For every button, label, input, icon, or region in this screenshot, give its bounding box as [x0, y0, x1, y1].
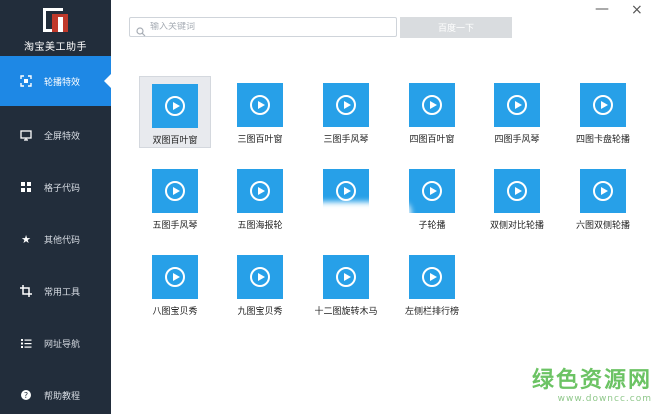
tile-label: 四图卡盘轮播: [575, 135, 630, 145]
watermark: 绿色资源网 www.downcc.com: [532, 362, 652, 404]
baidu-search-button[interactable]: 百度一下: [400, 17, 512, 38]
tile-label: 左侧栏排行榜: [404, 307, 459, 317]
tile-effect[interactable]: 双图百叶窗: [139, 76, 211, 148]
effect-thumbnail: [237, 169, 283, 213]
play-icon: [336, 267, 356, 287]
effect-thumbnail: [494, 169, 540, 213]
tile-effect[interactable]: 左侧栏排行榜: [396, 248, 468, 320]
play-icon: [507, 95, 527, 115]
tile-label: 十二图旋转木马: [314, 307, 378, 317]
tile-effect[interactable]: 九图宝贝秀: [224, 248, 296, 320]
sidebar-item-help[interactable]: ? 帮助教程: [0, 370, 111, 414]
tile-label: 五图手风琴: [152, 221, 198, 231]
effect-thumbnail: [152, 255, 198, 299]
sidebar-item-other-code[interactable]: ★ 其他代码: [0, 214, 111, 264]
smudge-overlay: [291, 202, 411, 232]
effect-thumbnail: [580, 83, 626, 127]
crop-icon: [20, 285, 32, 297]
sidebar-item-fullscreen[interactable]: 全屏特效: [0, 110, 111, 160]
effect-thumbnail: [152, 169, 198, 213]
tile-label: 四图手风琴: [494, 135, 540, 145]
effect-thumbnail: [580, 169, 626, 213]
tile-effect[interactable]: 三图百叶窗: [224, 76, 296, 148]
close-button[interactable]: ×: [631, 3, 643, 17]
search-input[interactable]: [150, 22, 390, 32]
tile-effect[interactable]: 双侧对比轮播: [481, 162, 553, 234]
tile-effect[interactable]: 三图手风琴: [310, 76, 382, 148]
help-icon: ?: [20, 389, 32, 401]
play-icon: [422, 181, 442, 201]
tile-label: 六图双侧轮播: [575, 221, 630, 231]
tile-label: 双图百叶窗: [152, 136, 198, 146]
sidebar-item-label: 网址导航: [44, 339, 81, 350]
effect-thumbnail: [323, 255, 369, 299]
minimize-button[interactable]: —: [595, 2, 609, 16]
tile-effect[interactable]: 四图卡盘轮播: [567, 76, 639, 148]
tile-label: 三图百叶窗: [237, 135, 283, 145]
sidebar: 淘宝美工助手 轮播特效 全屏特效 格子代码 ★ 其他代码 常用工具 网址导航 ?…: [0, 0, 112, 414]
sidebar-item-url-nav[interactable]: 网址导航: [0, 318, 111, 368]
sidebar-item-label: 格子代码: [44, 183, 81, 194]
tile-label: 九图宝贝秀: [237, 307, 283, 317]
play-icon: [250, 95, 270, 115]
play-icon: [165, 181, 185, 201]
tile-label: 子轮播: [418, 221, 446, 231]
sidebar-item-label: 其他代码: [44, 235, 81, 246]
sidebar-item-label: 轮播特效: [44, 77, 81, 88]
tile-label: 四图百叶窗: [409, 135, 455, 145]
sidebar-item-label: 帮助教程: [44, 391, 81, 402]
tile-effect[interactable]: 八图宝贝秀: [139, 248, 211, 320]
app-title: 淘宝美工助手: [24, 42, 87, 53]
effect-thumbnail: [152, 84, 198, 128]
list-icon: [20, 337, 32, 349]
search-box: [129, 17, 397, 37]
sidebar-item-label: 全屏特效: [44, 131, 81, 142]
play-icon: [165, 96, 185, 116]
top-bar: 百度一下 — ×: [111, 0, 662, 56]
effect-thumbnail: [237, 83, 283, 127]
tile-effect[interactable]: 五图海报轮: [224, 162, 296, 234]
watermark-text: 绿色资源网: [531, 368, 652, 393]
effect-thumbnail: [323, 83, 369, 127]
effect-thumbnail: [409, 83, 455, 127]
carousel-icon: [20, 75, 32, 87]
play-icon: [165, 267, 185, 287]
effect-thumbnail: [409, 255, 455, 299]
sidebar-item-carousel[interactable]: 轮播特效: [0, 56, 112, 106]
tile-effect[interactable]: 五图手风琴: [139, 162, 211, 234]
sidebar-item-tools[interactable]: 常用工具: [0, 266, 111, 316]
grid-icon: [20, 181, 32, 193]
tile-label: 双侧对比轮播: [489, 221, 544, 231]
tile-effect[interactable]: 六图双侧轮播: [567, 162, 639, 234]
play-icon: [422, 95, 442, 115]
tile-effect[interactable]: 四图百叶窗: [396, 76, 468, 148]
effects-grid: 双图百叶窗 三图百叶窗 三图手风琴 四图百叶窗 四图手风琴 四图卡盘轮播 五图手…: [111, 56, 662, 414]
play-icon: [593, 95, 613, 115]
search-icon: [136, 22, 146, 37]
play-icon: [593, 181, 613, 201]
tile-effect[interactable]: 十二图旋转木马: [310, 248, 382, 320]
effect-thumbnail: [409, 169, 455, 213]
sidebar-item-grid-code[interactable]: 格子代码: [0, 162, 111, 212]
effect-thumbnail: [494, 83, 540, 127]
play-icon: [336, 95, 356, 115]
play-icon: [250, 267, 270, 287]
logo-icon: [41, 6, 71, 34]
sidebar-item-label: 常用工具: [44, 287, 81, 298]
star-icon: ★: [21, 232, 31, 246]
app-logo: 淘宝美工助手: [0, 0, 111, 56]
play-icon: [336, 181, 356, 201]
play-icon: [507, 181, 527, 201]
svg-text:?: ?: [24, 391, 28, 400]
tile-label: 五图海报轮: [237, 221, 283, 231]
effect-thumbnail: [237, 255, 283, 299]
tile-label: 八图宝贝秀: [152, 307, 198, 317]
play-icon: [422, 267, 442, 287]
tile-label: 三图手风琴: [323, 135, 369, 145]
monitor-icon: [20, 129, 32, 141]
tile-effect[interactable]: 四图手风琴: [481, 76, 553, 148]
play-icon: [250, 181, 270, 201]
watermark-url: www.downcc.com: [557, 394, 652, 404]
